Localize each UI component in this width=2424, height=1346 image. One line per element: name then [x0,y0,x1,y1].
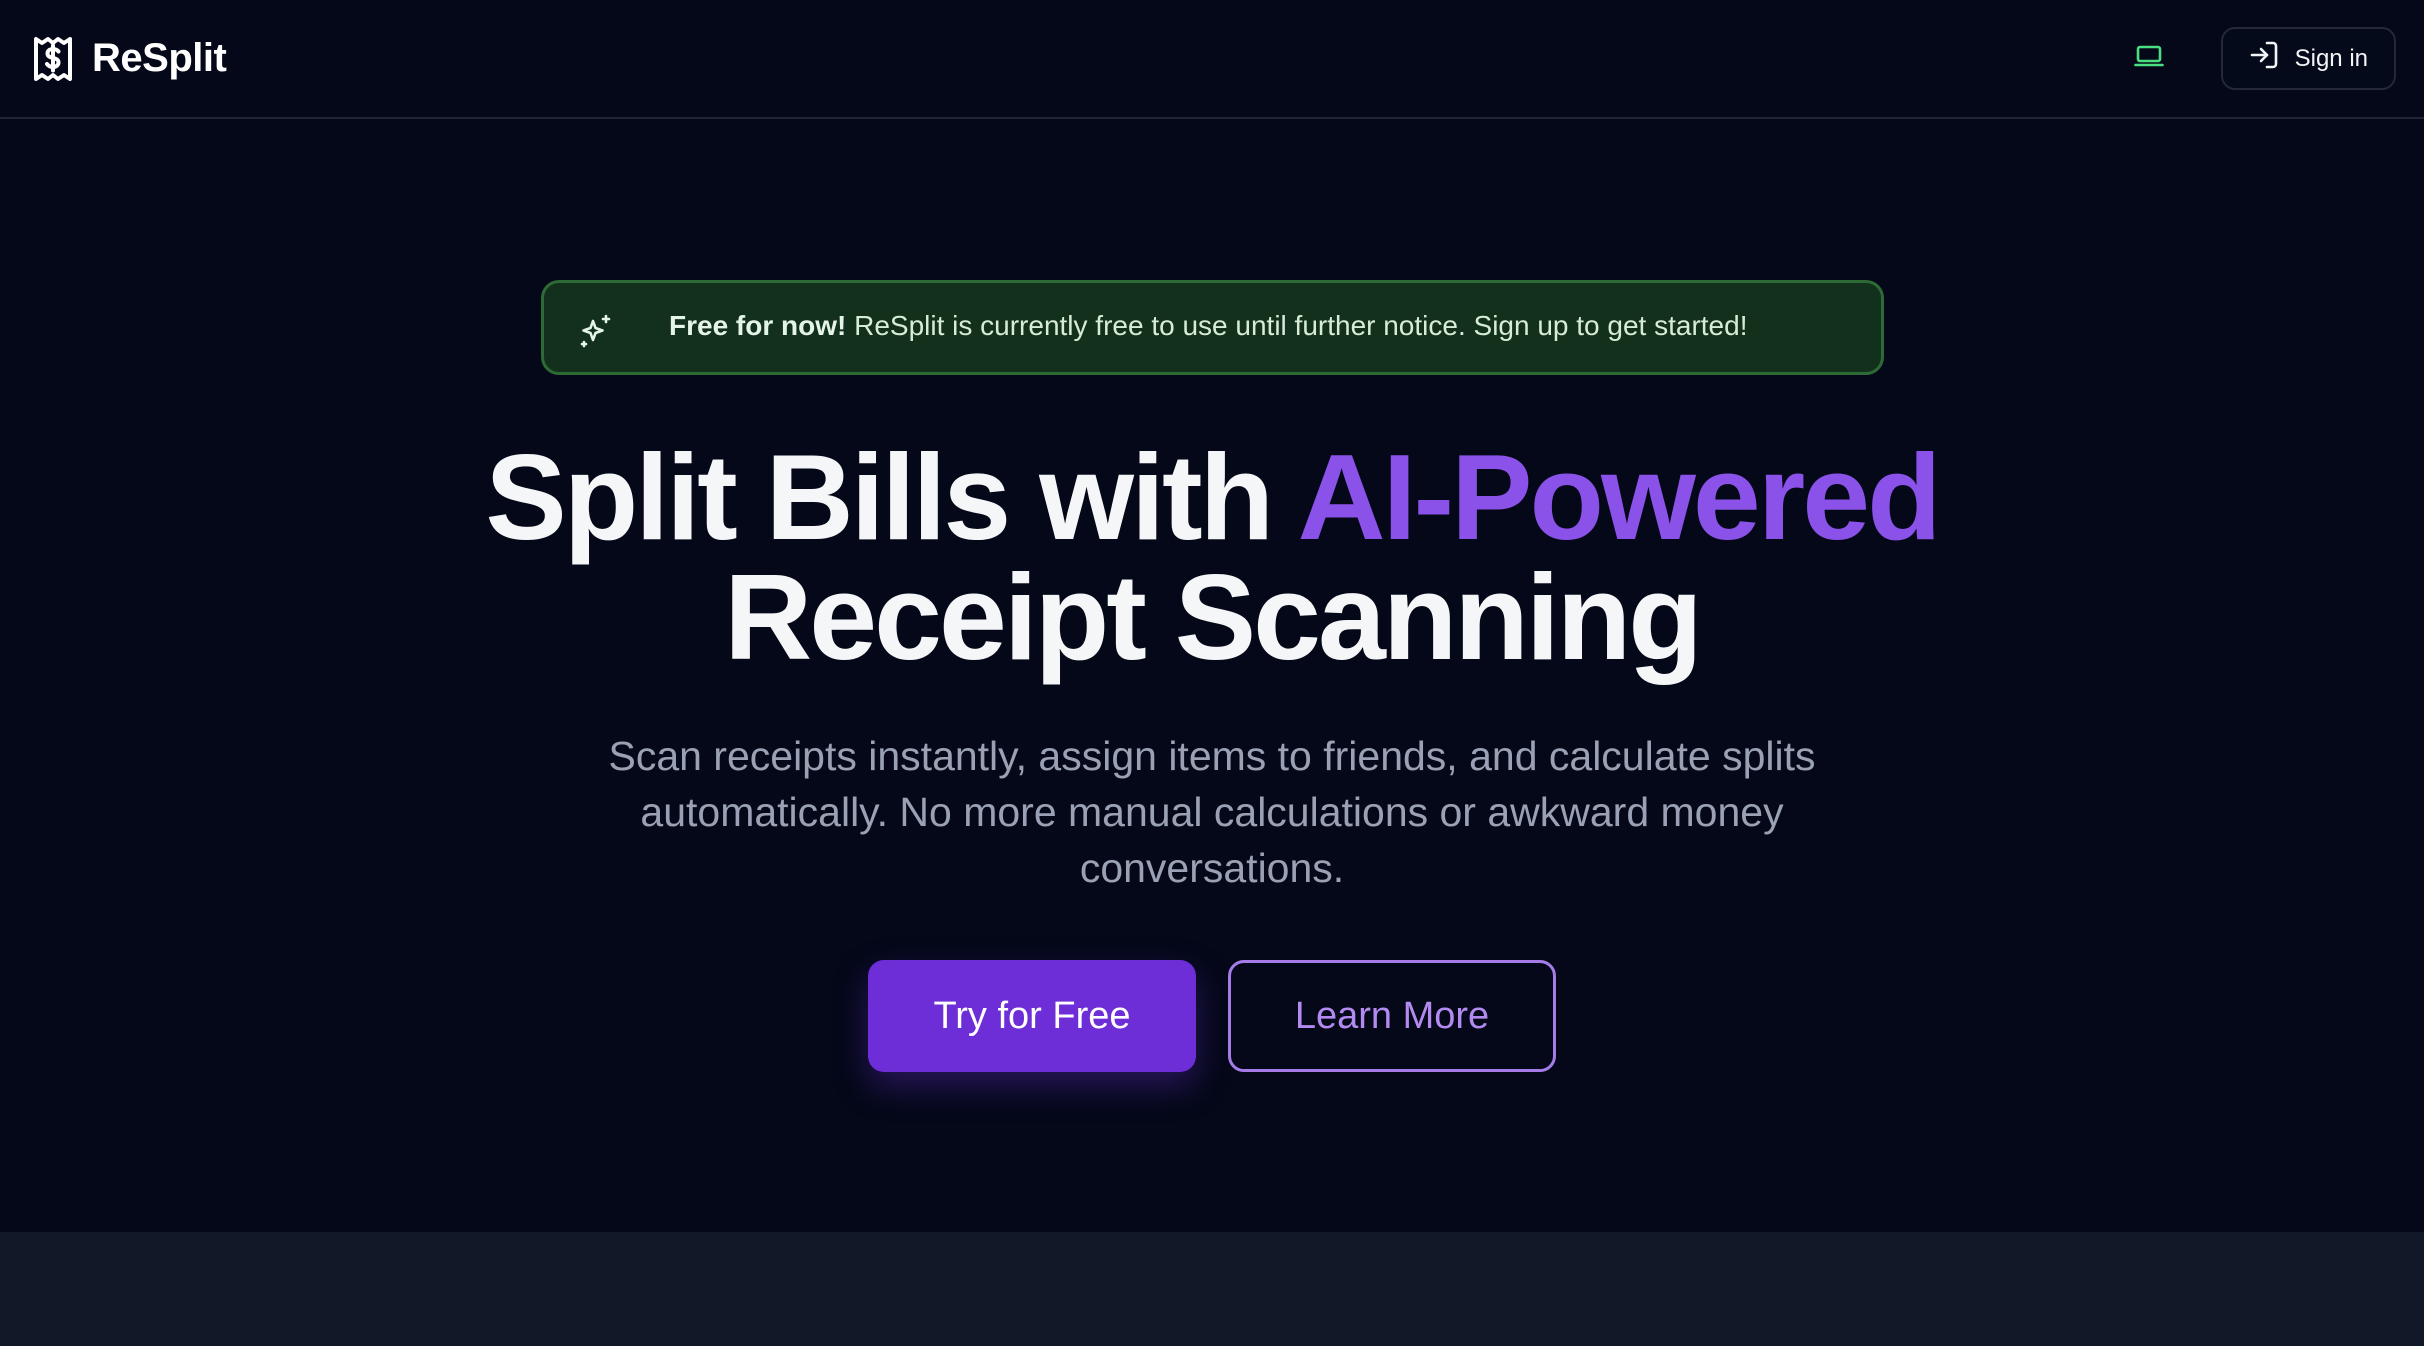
hero-subtitle-line2: automatically. No more manual calculatio… [640,789,1784,835]
cta-row: Try for Free Learn More [0,960,2424,1072]
banner-body-text: ReSplit is currently free to use until f… [846,310,1748,341]
landing-page: ReSplit Sign in Free for now! ReSplit is… [0,0,2424,1346]
theme-toggle-button[interactable] [2127,37,2171,81]
top-nav: ReSplit Sign in [0,0,2424,119]
next-section [0,1232,2424,1346]
try-for-free-button[interactable]: Try for Free [868,960,1196,1072]
sign-in-button[interactable]: Sign in [2220,27,2396,90]
hero-subtitle-line3: conversations. [1079,845,1345,891]
hero-subtitle: Scan receipts instantly, assign items to… [562,728,1862,896]
hero-title-part2: Receipt Scanning [724,549,1703,685]
sparkles-icon [578,313,614,349]
brand[interactable]: ReSplit [32,36,227,82]
learn-more-button[interactable]: Learn More [1228,960,1556,1072]
banner-message: Free for now! ReSplit is currently free … [669,310,1747,342]
hero-subtitle-line1: Scan receipts instantly, assign items to… [608,733,1816,779]
hero-title-part1: Split Bills with [485,429,1298,565]
header-actions: Sign in [2127,27,2396,90]
laptop-icon [2133,44,2164,73]
banner-bold-text: Free for now! [669,310,847,341]
receipt-dollar-icon [32,36,74,82]
free-notice-banner: Free for now! ReSplit is currently free … [541,280,1884,375]
log-in-icon [2249,40,2279,77]
brand-name: ReSplit [92,36,227,80]
sign-in-label: Sign in [2294,44,2368,72]
hero-title-accent: AI-Powered [1297,429,1941,565]
hero-title: Split Bills with AI-Powered Receipt Scan… [0,436,2424,678]
